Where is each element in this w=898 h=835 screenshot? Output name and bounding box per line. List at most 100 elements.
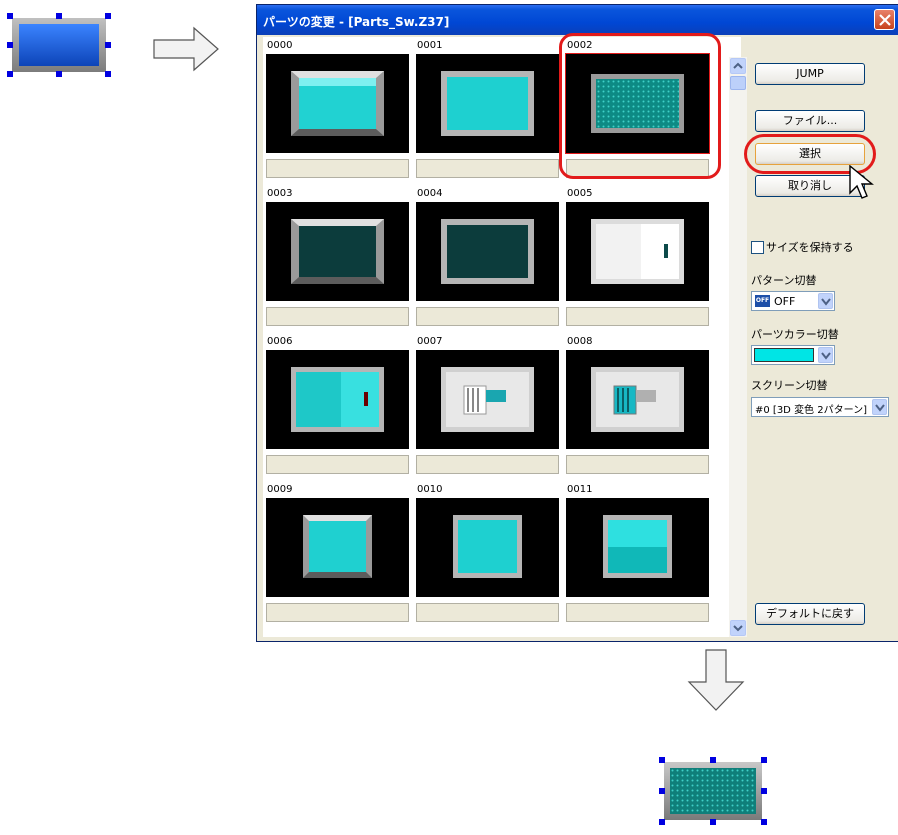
- keep-size-checkbox[interactable]: [751, 241, 764, 254]
- part-number: 0007: [417, 336, 443, 347]
- cursor-icon: [849, 165, 874, 199]
- part-cell[interactable]: 0008: [563, 333, 711, 479]
- part-cell[interactable]: 0000: [263, 37, 411, 183]
- off-badge-icon: OFF: [755, 295, 770, 307]
- part-name-field[interactable]: [416, 603, 559, 622]
- part-number: 0001: [417, 40, 443, 51]
- part-thumbnail[interactable]: [416, 498, 559, 597]
- part-thumbnail[interactable]: [416, 202, 559, 301]
- screen-switch-label: スクリーン切替: [751, 379, 828, 392]
- title-bar[interactable]: パーツの変更 - [Parts_Sw.Z37]: [257, 5, 898, 35]
- parts-color-label: パーツカラー切替: [751, 328, 839, 341]
- part-thumbnail[interactable]: [416, 350, 559, 449]
- dropdown-button[interactable]: [818, 293, 833, 309]
- selection-handle[interactable]: [761, 819, 767, 825]
- part-cell[interactable]: 0006: [263, 333, 411, 479]
- selection-handle[interactable]: [761, 757, 767, 763]
- close-icon: [879, 14, 891, 26]
- selection-handle[interactable]: [105, 13, 111, 19]
- selection-handle[interactable]: [56, 71, 62, 77]
- part-thumbnail[interactable]: [266, 202, 409, 301]
- selection-handle[interactable]: [105, 42, 111, 48]
- part-number: 0005: [567, 188, 593, 199]
- dialog-title: パーツの変更 - [Parts_Sw.Z37]: [263, 15, 450, 29]
- part-thumbnail[interactable]: [266, 498, 409, 597]
- scroll-up-button[interactable]: [730, 58, 746, 74]
- pattern-switch-label: パターン切替: [751, 274, 817, 287]
- part-cell[interactable]: 0005: [563, 185, 711, 331]
- selection-handle[interactable]: [761, 788, 767, 794]
- selection-handle[interactable]: [7, 71, 13, 77]
- down-arrow-icon: [687, 649, 745, 711]
- changed-part-body: [664, 762, 762, 820]
- part-name-field[interactable]: [266, 455, 409, 474]
- scroll-down-button[interactable]: [730, 620, 746, 636]
- part-number: 0003: [267, 188, 293, 199]
- right-arrow-icon: [153, 26, 219, 72]
- dropdown-button[interactable]: [872, 399, 887, 415]
- selection-handle[interactable]: [56, 13, 62, 19]
- part-name-field[interactable]: [416, 455, 559, 474]
- part-number: 0009: [267, 484, 293, 495]
- selection-handle[interactable]: [105, 71, 111, 77]
- pattern-select[interactable]: OFF OFF: [751, 291, 835, 311]
- restore-default-button[interactable]: デフォルトに戻す: [755, 603, 865, 625]
- part-thumbnail[interactable]: [416, 54, 559, 153]
- selection-handle[interactable]: [7, 13, 13, 19]
- pattern-value: OFF: [774, 295, 796, 308]
- part-thumbnail[interactable]: [566, 498, 709, 597]
- screen-select[interactable]: #0 [3D 変色 2パターン]: [751, 397, 889, 417]
- selection-handle[interactable]: [659, 757, 665, 763]
- chevron-down-icon: [875, 404, 885, 412]
- part-number: 0008: [567, 336, 593, 347]
- chevron-down-icon: [733, 625, 743, 632]
- scroll-thumb[interactable]: [730, 76, 746, 90]
- part-cell[interactable]: 0009: [263, 481, 411, 627]
- part-cell[interactable]: 0003: [263, 185, 411, 331]
- part-number: 0010: [417, 484, 443, 495]
- part-number: 0004: [417, 188, 443, 199]
- selection-handle[interactable]: [710, 757, 716, 763]
- part-thumbnail[interactable]: [566, 350, 709, 449]
- part-name-field[interactable]: [266, 603, 409, 622]
- vertical-scrollbar[interactable]: [729, 57, 747, 637]
- part-cell[interactable]: 0007: [413, 333, 561, 479]
- keep-size-label: サイズを保持する: [766, 241, 854, 254]
- jump-button[interactable]: JUMP: [755, 63, 865, 85]
- part-cell[interactable]: 0001: [413, 37, 561, 183]
- selection-handle[interactable]: [659, 819, 665, 825]
- part-thumbnail[interactable]: [566, 202, 709, 301]
- part-name-field[interactable]: [266, 159, 409, 178]
- part-name-field[interactable]: [416, 307, 559, 326]
- original-part-body: [12, 18, 106, 72]
- part-cell[interactable]: 0010: [413, 481, 561, 627]
- selection-handle[interactable]: [710, 819, 716, 825]
- close-button[interactable]: [874, 9, 895, 30]
- part-name-field[interactable]: [566, 455, 709, 474]
- part-cell[interactable]: 0004: [413, 185, 561, 331]
- chevron-down-icon: [821, 298, 831, 306]
- highlight-ring: [559, 33, 721, 179]
- part-number: 0006: [267, 336, 293, 347]
- part-name-field[interactable]: [566, 307, 709, 326]
- part-thumbnail[interactable]: [266, 54, 409, 153]
- file-button[interactable]: ファイル...: [755, 110, 865, 132]
- part-cell[interactable]: 0011: [563, 481, 711, 627]
- chevron-up-icon: [733, 62, 743, 69]
- selection-handle[interactable]: [7, 42, 13, 48]
- parts-color-select[interactable]: [751, 345, 835, 365]
- part-name-field[interactable]: [266, 307, 409, 326]
- change-parts-dialog: パーツの変更 - [Parts_Sw.Z37] 0000 0001 0002 0…: [256, 4, 898, 642]
- part-name-field[interactable]: [416, 159, 559, 178]
- part-number: 0011: [567, 484, 593, 495]
- selection-handle[interactable]: [659, 788, 665, 794]
- dropdown-button[interactable]: [818, 347, 833, 363]
- original-part[interactable]: [7, 13, 111, 77]
- changed-part[interactable]: [659, 757, 767, 825]
- screen-value: #0 [3D 変色 2パターン]: [755, 405, 868, 416]
- part-number: 0000: [267, 40, 293, 51]
- part-thumbnail[interactable]: [266, 350, 409, 449]
- part-name-field[interactable]: [566, 603, 709, 622]
- color-swatch: [754, 348, 814, 362]
- chevron-down-icon: [821, 352, 831, 360]
